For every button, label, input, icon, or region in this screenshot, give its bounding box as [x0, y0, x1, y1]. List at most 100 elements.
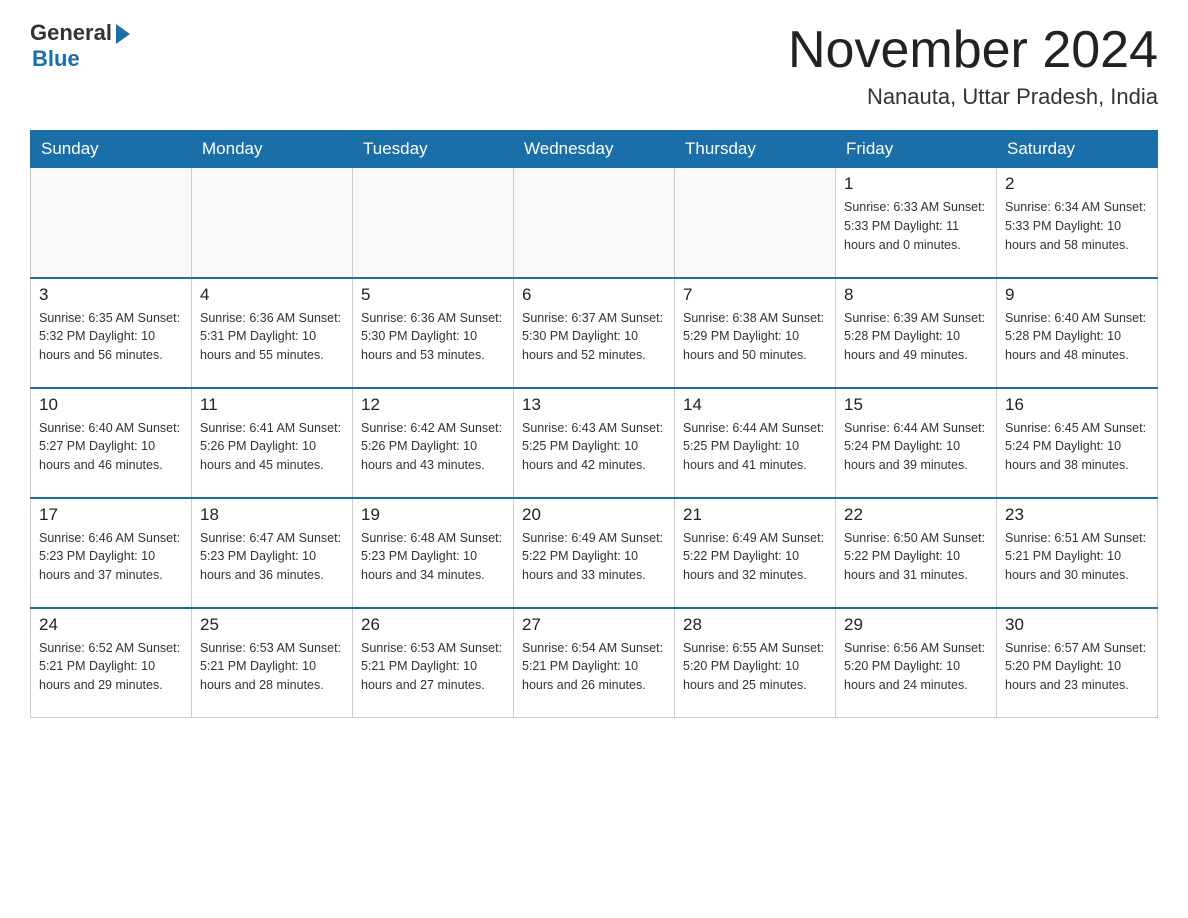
- day-number: 8: [844, 285, 988, 305]
- calendar-table: SundayMondayTuesdayWednesdayThursdayFrid…: [30, 130, 1158, 718]
- day-info: Sunrise: 6:57 AM Sunset: 5:20 PM Dayligh…: [1005, 639, 1149, 695]
- day-number: 5: [361, 285, 505, 305]
- day-number: 4: [200, 285, 344, 305]
- day-number: 10: [39, 395, 183, 415]
- calendar-cell: 12 Sunrise: 6:42 AM Sunset: 5:26 PM Dayli…: [353, 388, 514, 498]
- day-number: 29: [844, 615, 988, 635]
- day-info: Sunrise: 6:39 AM Sunset: 5:28 PM Dayligh…: [844, 309, 988, 365]
- calendar-cell: 23 Sunrise: 6:51 AM Sunset: 5:21 PM Dayli…: [997, 498, 1158, 608]
- day-number: 11: [200, 395, 344, 415]
- location-text: Nanauta, Uttar Pradesh, India: [788, 84, 1158, 110]
- calendar-cell: 4 Sunrise: 6:36 AM Sunset: 5:31 PM Daylig…: [192, 278, 353, 388]
- logo-blue-text: Blue: [32, 46, 80, 72]
- day-info: Sunrise: 6:44 AM Sunset: 5:24 PM Dayligh…: [844, 419, 988, 475]
- calendar-header-monday: Monday: [192, 131, 353, 168]
- day-info: Sunrise: 6:41 AM Sunset: 5:26 PM Dayligh…: [200, 419, 344, 475]
- calendar-cell: 19 Sunrise: 6:48 AM Sunset: 5:23 PM Dayli…: [353, 498, 514, 608]
- calendar-cell: 3 Sunrise: 6:35 AM Sunset: 5:32 PM Daylig…: [31, 278, 192, 388]
- day-number: 21: [683, 505, 827, 525]
- title-block: November 2024 Nanauta, Uttar Pradesh, In…: [788, 20, 1158, 110]
- calendar-cell: 20 Sunrise: 6:49 AM Sunset: 5:22 PM Dayli…: [514, 498, 675, 608]
- calendar-cell: 14Sunrise: 6:44 AM Sunset: 5:25 PM Dayli…: [675, 388, 836, 498]
- calendar-cell: 13 Sunrise: 6:43 AM Sunset: 5:25 PM Dayli…: [514, 388, 675, 498]
- calendar-header-thursday: Thursday: [675, 131, 836, 168]
- logo: General Blue: [30, 20, 130, 72]
- day-info: Sunrise: 6:49 AM Sunset: 5:22 PM Dayligh…: [522, 529, 666, 585]
- calendar-cell: 18 Sunrise: 6:47 AM Sunset: 5:23 PM Dayli…: [192, 498, 353, 608]
- day-info: Sunrise: 6:48 AM Sunset: 5:23 PM Dayligh…: [361, 529, 505, 585]
- calendar-cell: 30Sunrise: 6:57 AM Sunset: 5:20 PM Dayli…: [997, 608, 1158, 718]
- day-info: Sunrise: 6:49 AM Sunset: 5:22 PM Dayligh…: [683, 529, 827, 585]
- day-info: Sunrise: 6:44 AM Sunset: 5:25 PM Dayligh…: [683, 419, 827, 475]
- day-info: Sunrise: 6:54 AM Sunset: 5:21 PM Dayligh…: [522, 639, 666, 695]
- day-number: 1: [844, 174, 988, 194]
- calendar-week-2: 3 Sunrise: 6:35 AM Sunset: 5:32 PM Daylig…: [31, 278, 1158, 388]
- day-number: 24: [39, 615, 183, 635]
- day-info: Sunrise: 6:40 AM Sunset: 5:27 PM Dayligh…: [39, 419, 183, 475]
- day-number: 26: [361, 615, 505, 635]
- day-number: 3: [39, 285, 183, 305]
- day-number: 7: [683, 285, 827, 305]
- day-number: 18: [200, 505, 344, 525]
- calendar-cell: 26Sunrise: 6:53 AM Sunset: 5:21 PM Dayli…: [353, 608, 514, 718]
- calendar-cell: 11 Sunrise: 6:41 AM Sunset: 5:26 PM Dayli…: [192, 388, 353, 498]
- calendar-cell: [31, 168, 192, 278]
- page-header: General Blue November 2024 Nanauta, Utta…: [30, 20, 1158, 110]
- logo-arrow-icon: [116, 24, 130, 44]
- calendar-cell: 7 Sunrise: 6:38 AM Sunset: 5:29 PM Daylig…: [675, 278, 836, 388]
- day-number: 27: [522, 615, 666, 635]
- calendar-cell: 8 Sunrise: 6:39 AM Sunset: 5:28 PM Daylig…: [836, 278, 997, 388]
- day-info: Sunrise: 6:33 AM Sunset: 5:33 PM Dayligh…: [844, 198, 988, 254]
- calendar-week-5: 24 Sunrise: 6:52 AM Sunset: 5:21 PM Dayli…: [31, 608, 1158, 718]
- day-info: Sunrise: 6:46 AM Sunset: 5:23 PM Dayligh…: [39, 529, 183, 585]
- day-number: 25: [200, 615, 344, 635]
- day-number: 12: [361, 395, 505, 415]
- logo-general-text: General: [30, 20, 112, 46]
- day-number: 28: [683, 615, 827, 635]
- day-info: Sunrise: 6:55 AM Sunset: 5:20 PM Dayligh…: [683, 639, 827, 695]
- calendar-cell: [675, 168, 836, 278]
- calendar-cell: 2Sunrise: 6:34 AM Sunset: 5:33 PM Daylig…: [997, 168, 1158, 278]
- day-info: Sunrise: 6:51 AM Sunset: 5:21 PM Dayligh…: [1005, 529, 1149, 585]
- calendar-cell: 10 Sunrise: 6:40 AM Sunset: 5:27 PM Dayli…: [31, 388, 192, 498]
- day-info: Sunrise: 6:52 AM Sunset: 5:21 PM Dayligh…: [39, 639, 183, 695]
- day-number: 20: [522, 505, 666, 525]
- calendar-cell: [514, 168, 675, 278]
- calendar-header-friday: Friday: [836, 131, 997, 168]
- calendar-header-wednesday: Wednesday: [514, 131, 675, 168]
- day-info: Sunrise: 6:50 AM Sunset: 5:22 PM Dayligh…: [844, 529, 988, 585]
- calendar-cell: 28 Sunrise: 6:55 AM Sunset: 5:20 PM Dayli…: [675, 608, 836, 718]
- calendar-cell: 6 Sunrise: 6:37 AM Sunset: 5:30 PM Daylig…: [514, 278, 675, 388]
- calendar-header-tuesday: Tuesday: [353, 131, 514, 168]
- day-number: 17: [39, 505, 183, 525]
- calendar-header-row: SundayMondayTuesdayWednesdayThursdayFrid…: [31, 131, 1158, 168]
- day-number: 23: [1005, 505, 1149, 525]
- calendar-cell: 22Sunrise: 6:50 AM Sunset: 5:22 PM Dayli…: [836, 498, 997, 608]
- calendar-cell: 25Sunrise: 6:53 AM Sunset: 5:21 PM Dayli…: [192, 608, 353, 718]
- calendar-week-1: 1 Sunrise: 6:33 AM Sunset: 5:33 PM Daylig…: [31, 168, 1158, 278]
- day-info: Sunrise: 6:56 AM Sunset: 5:20 PM Dayligh…: [844, 639, 988, 695]
- day-info: Sunrise: 6:47 AM Sunset: 5:23 PM Dayligh…: [200, 529, 344, 585]
- day-number: 13: [522, 395, 666, 415]
- month-title: November 2024: [788, 20, 1158, 80]
- day-number: 15: [844, 395, 988, 415]
- day-number: 16: [1005, 395, 1149, 415]
- day-info: Sunrise: 6:42 AM Sunset: 5:26 PM Dayligh…: [361, 419, 505, 475]
- day-number: 6: [522, 285, 666, 305]
- calendar-cell: [353, 168, 514, 278]
- day-number: 9: [1005, 285, 1149, 305]
- day-info: Sunrise: 6:36 AM Sunset: 5:31 PM Dayligh…: [200, 309, 344, 365]
- calendar-cell: 15 Sunrise: 6:44 AM Sunset: 5:24 PM Dayli…: [836, 388, 997, 498]
- day-number: 19: [361, 505, 505, 525]
- calendar-header-saturday: Saturday: [997, 131, 1158, 168]
- day-info: Sunrise: 6:40 AM Sunset: 5:28 PM Dayligh…: [1005, 309, 1149, 365]
- day-info: Sunrise: 6:45 AM Sunset: 5:24 PM Dayligh…: [1005, 419, 1149, 475]
- calendar-week-3: 10 Sunrise: 6:40 AM Sunset: 5:27 PM Dayli…: [31, 388, 1158, 498]
- calendar-cell: [192, 168, 353, 278]
- day-info: Sunrise: 6:38 AM Sunset: 5:29 PM Dayligh…: [683, 309, 827, 365]
- day-info: Sunrise: 6:43 AM Sunset: 5:25 PM Dayligh…: [522, 419, 666, 475]
- calendar-cell: 9 Sunrise: 6:40 AM Sunset: 5:28 PM Daylig…: [997, 278, 1158, 388]
- day-info: Sunrise: 6:37 AM Sunset: 5:30 PM Dayligh…: [522, 309, 666, 365]
- day-info: Sunrise: 6:35 AM Sunset: 5:32 PM Dayligh…: [39, 309, 183, 365]
- day-number: 2: [1005, 174, 1149, 194]
